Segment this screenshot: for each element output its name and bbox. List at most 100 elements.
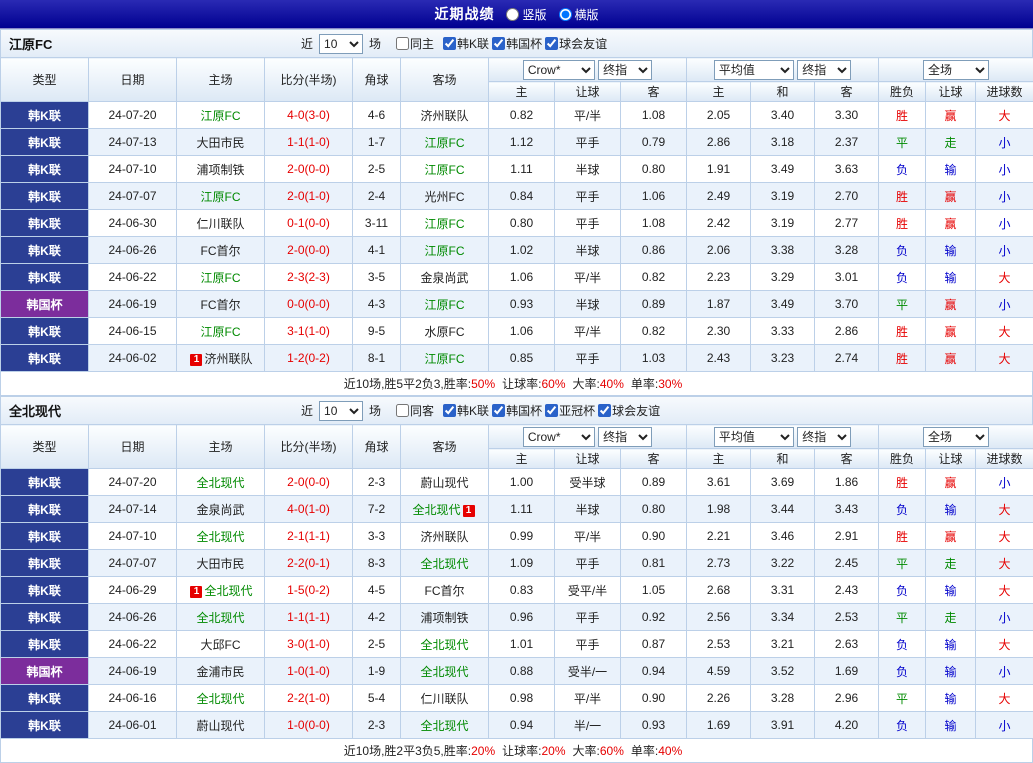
same-venue-checkbox[interactable]	[396, 37, 409, 50]
team-name: 大田市民	[196, 557, 244, 571]
cell-corner: 2-3	[353, 712, 401, 739]
koreacup-checkbox[interactable]	[492, 404, 505, 417]
cell-home-team: 1全北现代	[177, 577, 265, 604]
cell-date: 24-07-07	[89, 183, 177, 210]
cell-home-team: 大田市民	[177, 550, 265, 577]
cell-score: 2-0(0-0)	[265, 469, 353, 496]
cell-odds: 0.82	[621, 318, 687, 345]
cell-result: 走	[926, 550, 976, 577]
cell-corner: 3-5	[353, 264, 401, 291]
bookmaker-select[interactable]: Crow*	[523, 60, 595, 80]
cell-odds: 受平/半	[555, 577, 621, 604]
same-venue-checkbox[interactable]	[396, 404, 409, 417]
team-name: 光州FC	[425, 190, 465, 204]
final-euro-select[interactable]: 终指	[797, 60, 851, 80]
match-row: 韩国杯24-06-19金浦市民1-0(1-0)1-9全北现代0.88受半/一0.…	[1, 658, 1033, 685]
acl-checkbox[interactable]	[545, 404, 558, 417]
layout-radio-vertical[interactable]: 竖版	[506, 6, 546, 23]
final-handicap-select[interactable]: 终指	[598, 427, 652, 447]
league-filter-kleague[interactable]: 韩K联	[443, 35, 489, 52]
final-handicap-select[interactable]: 终指	[598, 60, 652, 80]
cell-home-team: 江原FC	[177, 318, 265, 345]
same-venue-filter[interactable]: 同主	[396, 35, 434, 52]
cell-odds: 0.82	[621, 264, 687, 291]
bookmaker-select[interactable]: Crow*	[523, 427, 595, 447]
team-name: 江原FC	[425, 244, 465, 258]
handicap-odds-group: Crow* 终指	[489, 58, 687, 82]
cell-avg: 3.21	[751, 631, 815, 658]
league-filter-acl[interactable]: 亚冠杯	[545, 402, 595, 419]
cell-odds: 0.92	[621, 604, 687, 631]
league-filter-friendly[interactable]: 球会友谊	[545, 35, 607, 52]
cell-date: 24-06-19	[89, 291, 177, 318]
cell-odds: 1.11	[489, 156, 555, 183]
cell-odds: 平手	[555, 129, 621, 156]
horizontal-radio[interactable]	[559, 8, 572, 21]
final-euro-select[interactable]: 终指	[797, 427, 851, 447]
cell-odds: 平手	[555, 604, 621, 631]
cell-odds: 平手	[555, 550, 621, 577]
layout-radio-horizontal[interactable]: 横版	[559, 6, 599, 23]
cell-date: 24-07-14	[89, 496, 177, 523]
average-select[interactable]: 平均值	[714, 427, 794, 447]
cell-home-team: 江原FC	[177, 264, 265, 291]
cell-away-team: 江原FC	[401, 291, 489, 318]
cell-date: 24-06-26	[89, 604, 177, 631]
cell-odds: 平/半	[555, 264, 621, 291]
cell-odds: 1.01	[489, 631, 555, 658]
cell-corner: 4-1	[353, 237, 401, 264]
league-filter-friendly[interactable]: 球会友谊	[598, 402, 660, 419]
average-select[interactable]: 平均值	[714, 60, 794, 80]
col-type: 类型	[1, 58, 89, 102]
match-row: 韩K联24-07-10全北现代2-1(1-1)3-3济州联队0.99平/半0.9…	[1, 523, 1033, 550]
cell-score: 2-0(0-0)	[265, 156, 353, 183]
team-name: 江原FC	[425, 217, 465, 231]
team-name: 江原FC	[201, 325, 241, 339]
match-count-select[interactable]: 10	[319, 34, 363, 54]
cell-odds: 半球	[555, 237, 621, 264]
summary-stat-label: 单率:	[631, 375, 658, 392]
same-venue-filter[interactable]: 同客	[396, 402, 434, 419]
cell-avg: 3.69	[751, 469, 815, 496]
league-filter-kleague[interactable]: 韩K联	[443, 402, 489, 419]
col-odds-handicap: 让球	[555, 449, 621, 469]
cell-avg: 3.33	[751, 318, 815, 345]
kleague-checkbox[interactable]	[443, 37, 456, 50]
cell-away-team: 全北现代	[401, 658, 489, 685]
cell-away-team: 江原FC	[401, 345, 489, 372]
cell-away-team: 江原FC	[401, 156, 489, 183]
scope-select[interactable]: 全场	[923, 60, 989, 80]
col-result: 胜负	[879, 449, 926, 469]
cell-odds: 0.90	[621, 685, 687, 712]
cell-avg: 3.18	[751, 129, 815, 156]
team-section-jeonbuk: 全北现代 近 10 场 同客 韩K联 韩国杯 亚冠杯 球会	[0, 396, 1033, 763]
koreacup-checkbox[interactable]	[492, 37, 505, 50]
match-row: 韩K联24-07-07江原FC2-0(1-0)2-4光州FC0.84平手1.06…	[1, 183, 1033, 210]
summary-stat-value: 60%	[600, 744, 624, 758]
cell-result: 赢	[926, 318, 976, 345]
team-name: 全北现代	[196, 530, 244, 544]
scope-select[interactable]: 全场	[923, 427, 989, 447]
league-filter-koreacup[interactable]: 韩国杯	[492, 402, 542, 419]
cell-result: 赢	[926, 469, 976, 496]
col-goals-result: 进球数	[976, 449, 1033, 469]
cell-result: 走	[926, 129, 976, 156]
team-title: 江原FC	[1, 34, 301, 53]
team-name: 济州联队	[204, 352, 252, 366]
league-filter-koreacup[interactable]: 韩国杯	[492, 35, 542, 52]
cell-score: 2-2(1-0)	[265, 685, 353, 712]
cell-score: 3-1(1-0)	[265, 318, 353, 345]
team-name: 江原FC	[425, 136, 465, 150]
cell-result: 输	[926, 156, 976, 183]
cell-home-team: 大田市民	[177, 129, 265, 156]
cell-away-team: 光州FC	[401, 183, 489, 210]
cell-result: 输	[926, 658, 976, 685]
kleague-checkbox[interactable]	[443, 404, 456, 417]
col-avg-away: 客	[815, 449, 879, 469]
friendly-checkbox[interactable]	[545, 37, 558, 50]
match-count-select[interactable]: 10	[319, 401, 363, 421]
cell-away-team: 浦项制铁	[401, 604, 489, 631]
vertical-radio[interactable]	[506, 8, 519, 21]
friendly-checkbox[interactable]	[598, 404, 611, 417]
cell-result: 小	[976, 156, 1033, 183]
